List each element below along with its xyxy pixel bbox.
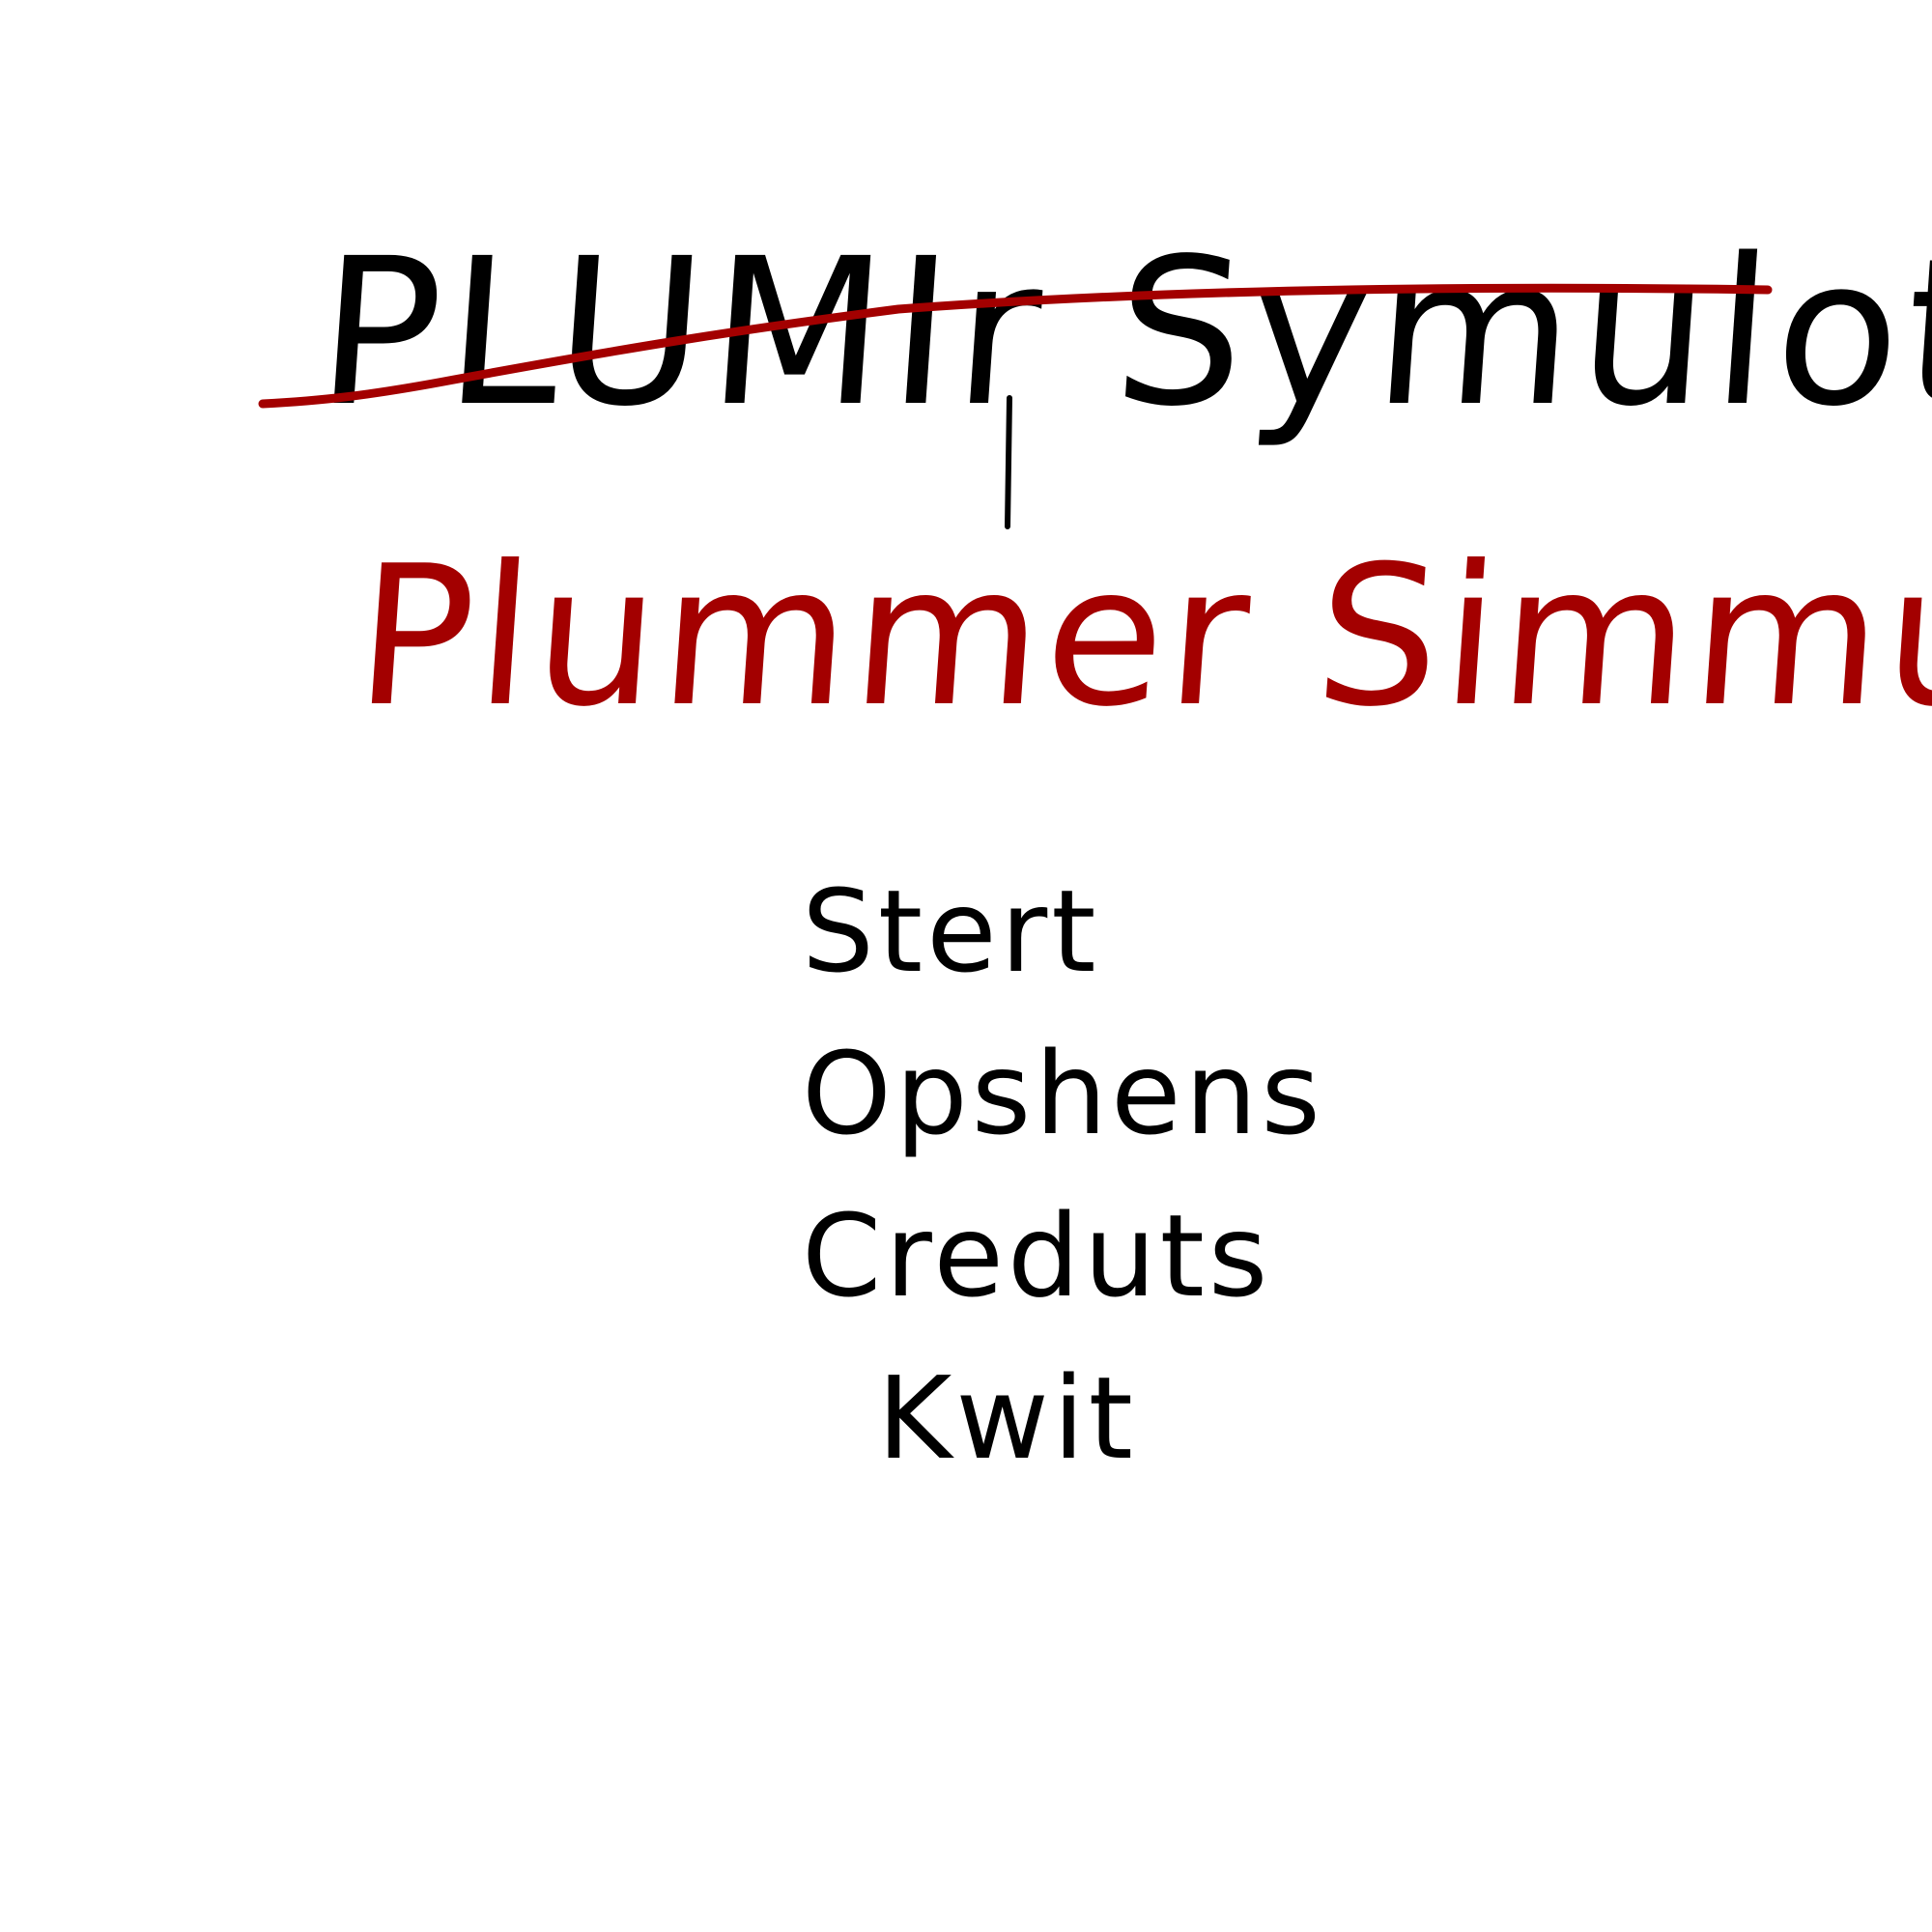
- menu-item-quit[interactable]: Kwit: [802, 1337, 1381, 1499]
- menu-item-options[interactable]: Opshens: [802, 1012, 1381, 1175]
- corrected-title: Plummer Simmulater: [349, 525, 1932, 750]
- menu-item-start[interactable]: Stert: [802, 850, 1381, 1012]
- menu-item-credits[interactable]: Creduts: [802, 1175, 1381, 1337]
- main-menu: Stert Opshens Creduts Kwit: [802, 850, 1381, 1499]
- crossed-out-title: PLUMIr Symulotor: [310, 214, 1932, 451]
